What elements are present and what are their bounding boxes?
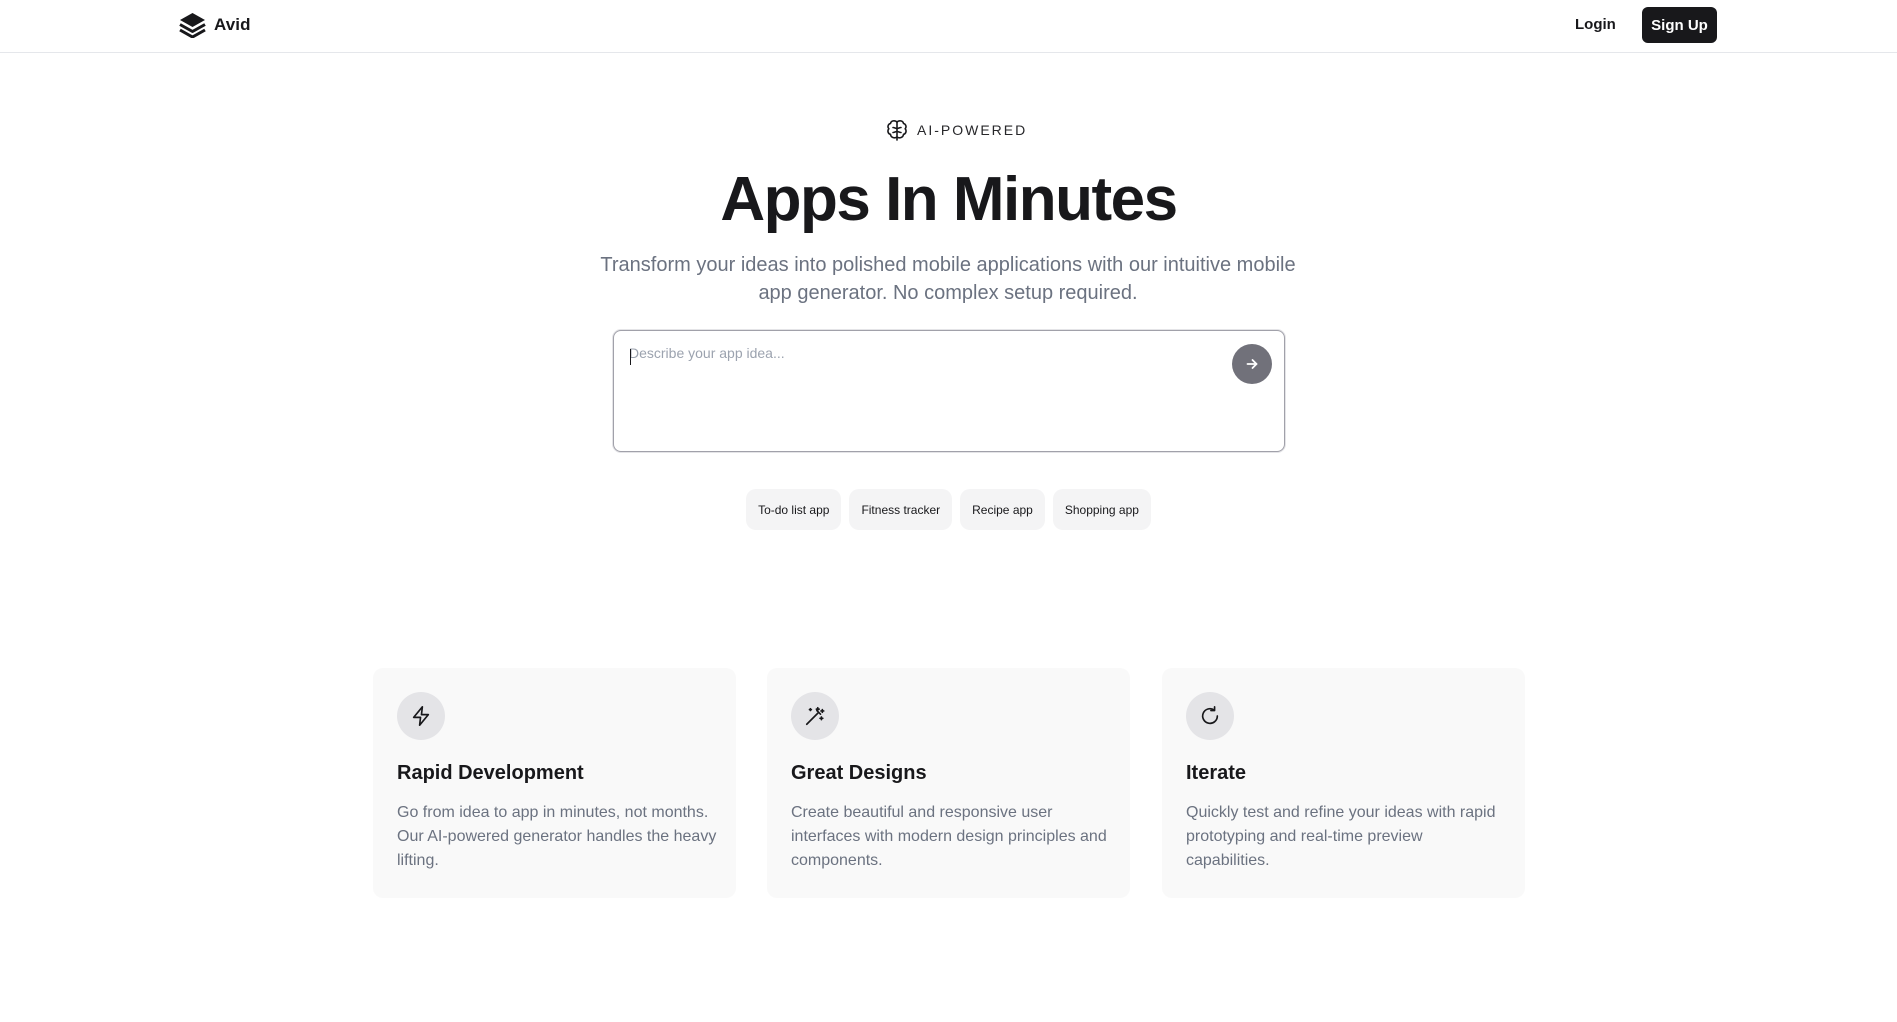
suggestion-chip[interactable]: To-do list app — [746, 489, 842, 530]
top-navbar: Avid Login Sign Up — [0, 0, 1897, 53]
refresh-icon — [1201, 706, 1219, 725]
feature-description: Create beautiful and responsive user int… — [791, 804, 1107, 869]
feature-card-rapid-development: Rapid Development Go from idea to app in… — [373, 668, 736, 898]
suggestion-chip[interactable]: Fitness tracker — [849, 489, 953, 530]
page-title: Apps In Minutes — [720, 165, 1178, 234]
layers-logo-icon — [179, 13, 206, 38]
signup-button[interactable]: Sign Up — [1642, 7, 1717, 43]
login-link[interactable]: Login — [1575, 14, 1616, 36]
zap-icon — [412, 706, 430, 726]
app-idea-input[interactable] — [629, 345, 1209, 435]
feature-card-iterate: Iterate Quickly test and refine your ide… — [1162, 668, 1525, 898]
feature-title: Rapid Development — [397, 762, 584, 784]
hero-subtitle: Transform your ideas into polished mobil… — [600, 254, 1296, 304]
feature-icon-circle — [791, 692, 839, 740]
feature-title: Great Designs — [791, 762, 927, 784]
feature-description: Quickly test and refine your ideas with … — [1186, 804, 1496, 869]
ai-powered-badge: AI-POWERED — [885, 118, 1027, 142]
text-cursor — [630, 349, 631, 365]
brand-name: Avid — [214, 15, 251, 34]
arrow-right-icon — [1246, 359, 1258, 369]
suggestion-chip[interactable]: Recipe app — [960, 489, 1045, 530]
feature-icon-circle — [397, 692, 445, 740]
badge-label: AI-POWERED — [917, 122, 1028, 138]
app-idea-prompt-box — [613, 330, 1285, 452]
brain-icon — [887, 120, 907, 141]
feature-icon-circle — [1186, 692, 1234, 740]
feature-card-great-designs: Great Designs Create beautiful and respo… — [767, 668, 1130, 898]
suggestion-chips: To-do list app Fitness tracker Recipe ap… — [0, 489, 1897, 530]
submit-idea-button[interactable] — [1232, 344, 1272, 384]
wand-sparkles-icon — [805, 706, 825, 726]
feature-title: Iterate — [1186, 762, 1247, 784]
feature-description: Go from idea to app in minutes, not mont… — [397, 804, 717, 869]
brand-logo-link[interactable]: Avid — [179, 12, 251, 38]
suggestion-chip[interactable]: Shopping app — [1052, 489, 1151, 530]
